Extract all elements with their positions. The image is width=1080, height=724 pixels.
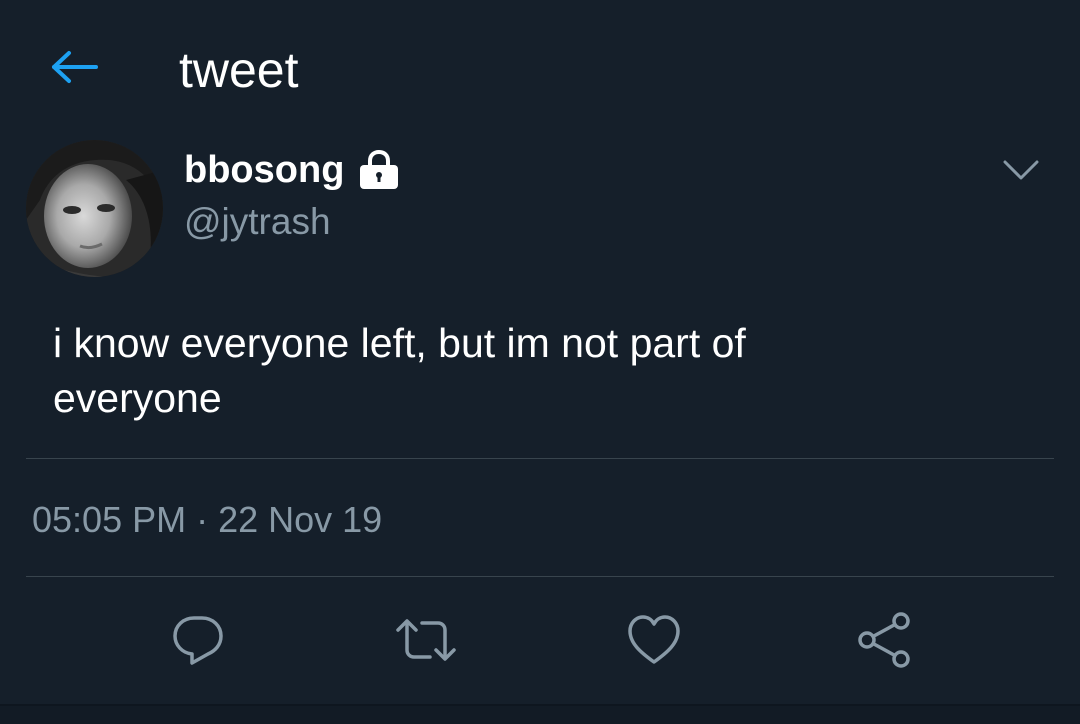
tweet-text-line: everyone [53, 375, 222, 421]
timestamp-separator: · [196, 499, 209, 540]
share-icon [855, 611, 913, 674]
reply-icon [170, 612, 226, 673]
retweet-icon [394, 612, 458, 673]
tweet-date: 22 Nov 19 [218, 499, 383, 540]
bottom-edge [0, 706, 1080, 724]
tweet-text: i know everyone left, but im not part of… [53, 316, 1013, 426]
user-handle[interactable]: @jytrash [184, 198, 331, 246]
action-bar [0, 600, 1080, 684]
lock-icon [358, 150, 400, 190]
retweet-button[interactable] [394, 610, 458, 674]
back-arrow-icon [50, 50, 98, 89]
divider [26, 576, 1054, 577]
tweet-text-line: i know everyone left, but im not part of [53, 320, 746, 366]
like-icon [626, 612, 682, 673]
tweet-screen: tweet bbosong @jytrash i know everyone l… [0, 0, 1080, 724]
back-button[interactable] [46, 48, 102, 90]
like-button[interactable] [622, 610, 686, 674]
timestamp: 05:05 PM · 22 Nov 19 [32, 496, 382, 544]
author-name-row: bbosong [184, 146, 400, 194]
divider [26, 458, 1054, 459]
page-title: tweet [179, 42, 299, 98]
tweet-time: 05:05 PM [32, 499, 187, 540]
top-bar: tweet [0, 0, 1080, 130]
avatar[interactable] [26, 140, 163, 277]
more-options-button[interactable] [996, 152, 1046, 192]
display-name[interactable]: bbosong [184, 146, 344, 194]
share-button[interactable] [852, 610, 916, 674]
reply-button[interactable] [166, 610, 230, 674]
chevron-down-icon [1001, 158, 1041, 187]
